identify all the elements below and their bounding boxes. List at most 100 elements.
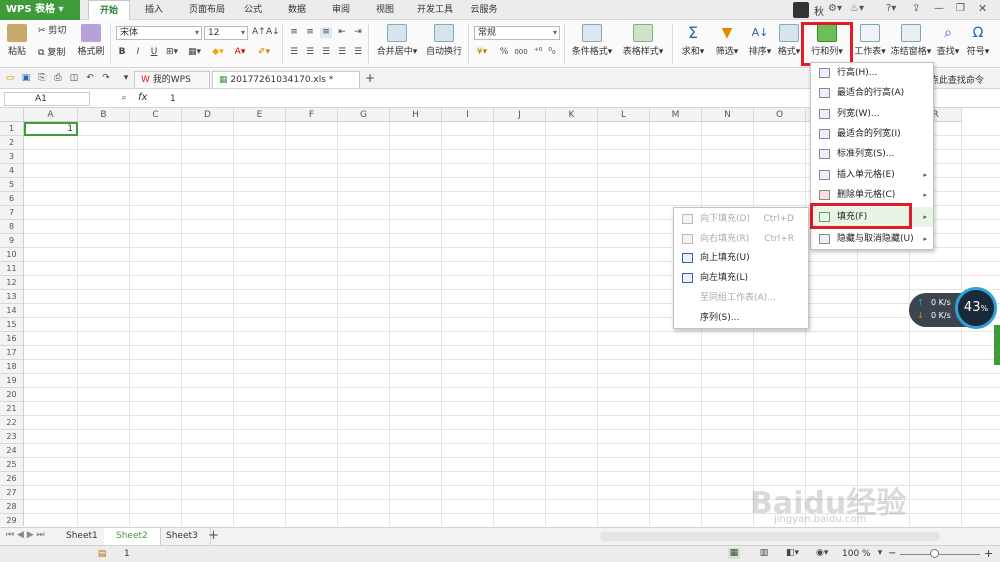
menu-item-fill-down[interactable]: 向下填充(D) Ctrl+D	[674, 209, 808, 229]
column-header-i[interactable]: I	[442, 108, 494, 122]
menu-item-hide-unhide[interactable]: 隐藏与取消隐藏(U) ▸	[811, 229, 933, 249]
menu-item-fill-left[interactable]: 向左填充(L)	[674, 268, 808, 288]
format-painter-button[interactable]: 格式刷	[76, 24, 106, 57]
zoom-icon[interactable]: ⌕	[118, 93, 130, 104]
new-tab-icon[interactable]: +	[364, 72, 376, 84]
row-header-3[interactable]: 3	[0, 150, 24, 164]
row-header-12[interactable]: 12	[0, 276, 24, 290]
menu-item-fill-right[interactable]: 向右填充(R) Ctrl+R	[674, 229, 808, 249]
column-header-e[interactable]: E	[234, 108, 286, 122]
menu-item-row-height[interactable]: 行高(H)...	[811, 63, 933, 83]
side-panel-handle[interactable]	[994, 325, 1000, 365]
column-header-f[interactable]: F	[286, 108, 338, 122]
row-header-29[interactable]: 29	[0, 514, 24, 526]
row-header-22[interactable]: 22	[0, 416, 24, 430]
preview-icon[interactable]: ◫	[68, 73, 80, 84]
column-header-k[interactable]: K	[546, 108, 598, 122]
justify-icon[interactable]: ☰	[336, 47, 348, 58]
align-center-icon[interactable]: ☰	[304, 47, 316, 58]
row-header-24[interactable]: 24	[0, 444, 24, 458]
row-header-1[interactable]: 1	[0, 122, 24, 136]
row-header-8[interactable]: 8	[0, 220, 24, 234]
italic-button[interactable]: I	[132, 47, 144, 58]
percent-button[interactable]: %	[498, 47, 510, 58]
zoom-in-icon[interactable]: +	[984, 547, 993, 560]
menu-item-insert-cells[interactable]: 插入单元格(E) ▸	[811, 165, 933, 185]
menu-item-fill-group[interactable]: 至同组工作表(A)...	[674, 288, 808, 308]
page-break-icon[interactable]: ▥	[758, 548, 770, 559]
conditional-format-button[interactable]: 条件格式▾	[568, 24, 616, 57]
tab-insert[interactable]: 插入	[136, 0, 172, 20]
cut-button[interactable]: ✂ 剪切	[38, 24, 66, 38]
table-style-button[interactable]: 表格样式▾	[618, 24, 668, 57]
tab-document[interactable]: ▦ 20177261034170.xls *	[212, 71, 360, 88]
tab-formulas[interactable]: 公式	[236, 0, 270, 20]
copy-button[interactable]: ⧉ 复制	[38, 46, 65, 60]
cell-a1[interactable]: 1	[24, 122, 78, 136]
font-grow-icon[interactable]: A↑	[252, 27, 266, 38]
tab-developer[interactable]: 开发工具	[410, 0, 460, 20]
merge-icon[interactable]: ▦▾	[188, 47, 201, 58]
close-icon[interactable]: ✕	[978, 2, 987, 15]
row-header-27[interactable]: 27	[0, 486, 24, 500]
tab-data[interactable]: 数据	[280, 0, 314, 20]
normal-view-icon[interactable]: ▦	[728, 548, 740, 559]
tab-mywps[interactable]: W 我的WPS ×	[134, 71, 210, 101]
sheet-nav-icon[interactable]: ⏮ ◀ ▶ ⏭	[6, 530, 45, 540]
sum-button[interactable]: Σ 求和▾	[678, 24, 708, 58]
format-button[interactable]: 格式▾	[776, 24, 802, 57]
eraser-icon[interactable]: ✐▾	[258, 47, 270, 58]
memory-usage-circle[interactable]: 43%	[955, 287, 997, 329]
row-header-26[interactable]: 26	[0, 472, 24, 486]
tab-review[interactable]: 审阅	[324, 0, 358, 20]
row-header-15[interactable]: 15	[0, 318, 24, 332]
open-icon[interactable]: ▭	[4, 73, 16, 84]
row-header-28[interactable]: 28	[0, 500, 24, 514]
menu-item-series[interactable]: 序列(S)...	[674, 308, 808, 328]
skin-icon[interactable]: ⚙▾	[828, 3, 842, 14]
row-header-18[interactable]: 18	[0, 360, 24, 374]
currency-icon[interactable]: ¥▾	[476, 47, 488, 58]
fill-color-icon[interactable]: ◆▾	[212, 47, 224, 58]
font-name-select[interactable]: 宋体	[116, 26, 202, 40]
increase-decimal-icon[interactable]: ⁺⁰	[532, 47, 544, 58]
column-header-m[interactable]: M	[650, 108, 702, 122]
font-size-select[interactable]: 12	[204, 26, 248, 40]
underline-button[interactable]: U	[148, 47, 160, 58]
sheet-tab-3[interactable]: Sheet3	[154, 528, 211, 545]
row-header-7[interactable]: 7	[0, 206, 24, 220]
upload-icon[interactable]: ⇪	[912, 3, 920, 14]
redo-icon[interactable]: ↷	[100, 73, 112, 84]
font-shrink-icon[interactable]: A↓	[266, 27, 280, 38]
border-icon[interactable]: ⊞▾	[166, 47, 178, 58]
tab-page-layout[interactable]: 页面布局	[178, 0, 236, 20]
name-box[interactable]: A1	[4, 92, 90, 106]
filter-button[interactable]: ▼ 筛选▾	[712, 24, 742, 57]
menu-item-autofit-row[interactable]: 最适合的行高(A)	[811, 83, 933, 103]
column-header-b[interactable]: B	[78, 108, 130, 122]
column-header-h[interactable]: H	[390, 108, 442, 122]
tab-view[interactable]: 视图	[368, 0, 402, 20]
paste-button[interactable]: 粘贴	[4, 24, 30, 57]
column-header-n[interactable]: N	[702, 108, 754, 122]
new-icon[interactable]: ⎘	[36, 73, 48, 84]
row-header-6[interactable]: 6	[0, 192, 24, 206]
zoom-slider[interactable]	[900, 554, 980, 555]
distribute-icon[interactable]: ☰	[352, 47, 364, 58]
menu-item-fill-up[interactable]: 向上填充(U)	[674, 248, 808, 268]
sort-button[interactable]: A↓ 排序▾	[746, 24, 774, 57]
column-header-c[interactable]: C	[130, 108, 182, 122]
menu-item-standard-width[interactable]: 标准列宽(S)...	[811, 144, 933, 164]
help-icon[interactable]: ?▾	[886, 3, 896, 14]
indent-left-icon[interactable]: ⇤	[336, 27, 348, 38]
row-header-17[interactable]: 17	[0, 346, 24, 360]
row-header-4[interactable]: 4	[0, 164, 24, 178]
menu-item-delete-cells[interactable]: 删除单元格(C) ▸	[811, 185, 933, 205]
horizontal-scrollbar[interactable]	[600, 532, 940, 541]
eye-icon[interactable]: ◉▾	[816, 548, 828, 559]
row-header-25[interactable]: 25	[0, 458, 24, 472]
undo-icon[interactable]: ↶	[84, 73, 96, 84]
column-header-o[interactable]: O	[754, 108, 806, 122]
row-header-5[interactable]: 5	[0, 178, 24, 192]
align-top-icon[interactable]: ≡	[288, 27, 300, 38]
